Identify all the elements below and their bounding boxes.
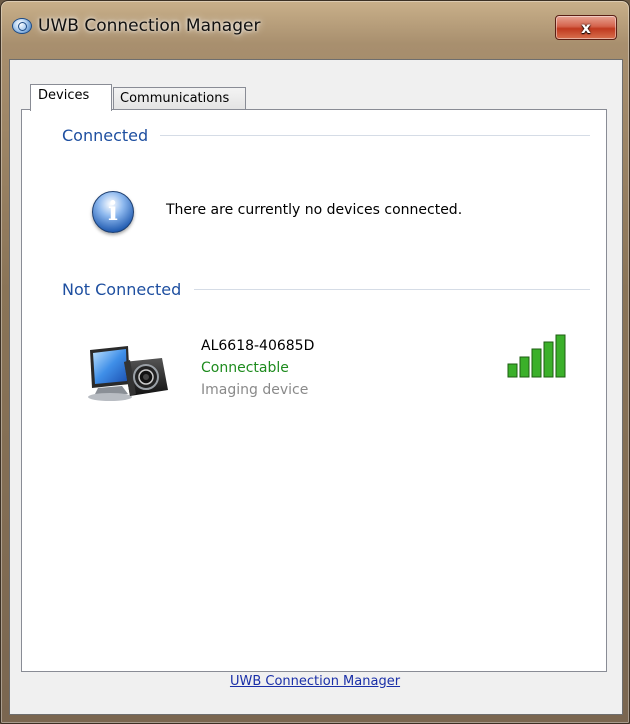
not-connected-divider (194, 289, 590, 290)
signal-strength-icon (507, 334, 566, 378)
not-connected-heading: Not Connected (62, 280, 188, 299)
title-bar[interactable]: UWB Connection Manager x (1, 1, 629, 53)
tab-communications[interactable]: Communications (113, 87, 246, 110)
signal-bar-3 (531, 348, 542, 378)
uwb-connection-manager-link[interactable]: UWB Connection Manager (0, 674, 630, 689)
connected-divider (160, 135, 590, 136)
device-name: AL6618-40685D (201, 338, 315, 354)
info-icon: i (92, 191, 134, 233)
signal-bar-1 (507, 363, 518, 378)
signal-bar-4 (543, 341, 554, 378)
device-status: Connectable (201, 360, 289, 376)
uwb-app-icon (12, 18, 32, 34)
device-type: Imaging device (201, 382, 309, 398)
window-title: UWB Connection Manager (38, 16, 261, 36)
imaging-device-icon (88, 346, 168, 401)
close-icon: x (581, 18, 591, 37)
connected-heading: Connected (62, 126, 155, 145)
tab-devices[interactable]: Devices (30, 84, 112, 111)
signal-bar-2 (519, 356, 530, 378)
close-button[interactable]: x (555, 15, 617, 40)
signal-bar-5 (555, 334, 566, 378)
no-devices-message: There are currently no devices connected… (166, 202, 463, 218)
